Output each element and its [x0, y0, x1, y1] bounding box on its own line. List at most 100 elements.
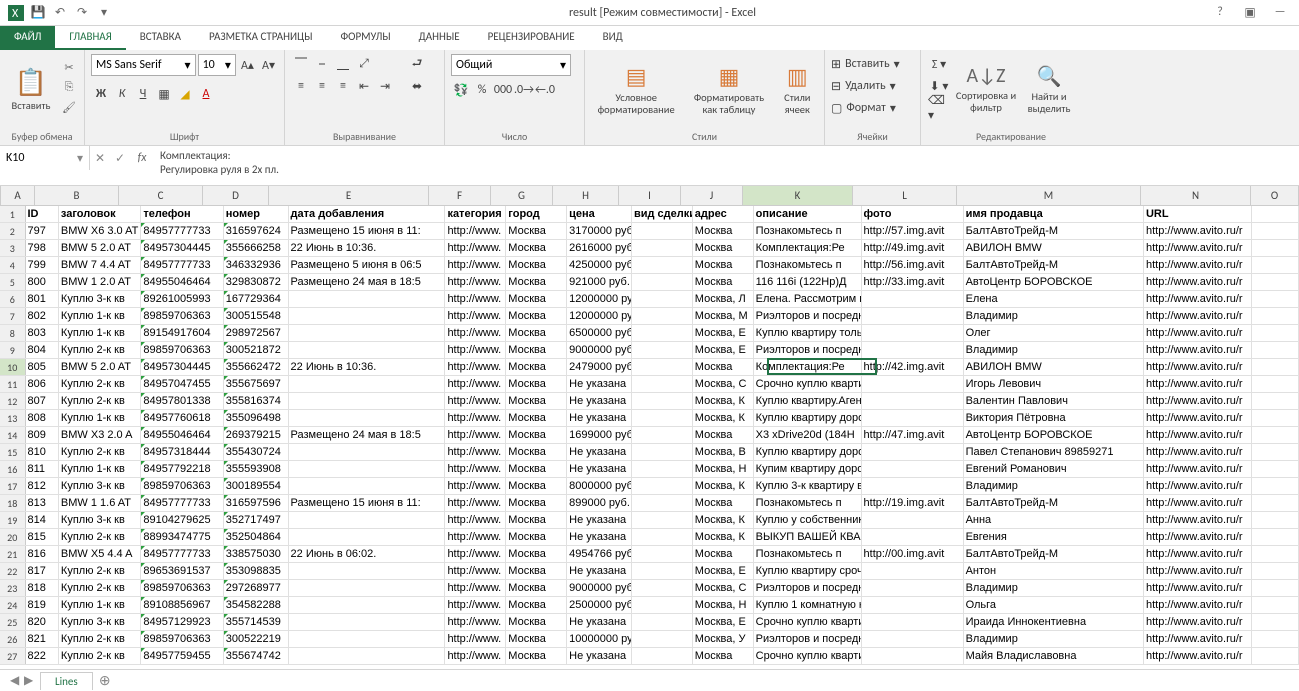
- cell[interactable]: описание: [754, 206, 862, 222]
- cell[interactable]: BMW 5 2.0 AT: [59, 240, 141, 256]
- cell[interactable]: [862, 410, 964, 426]
- cell[interactable]: 355666258: [224, 240, 289, 256]
- cell[interactable]: Куплю 3-к квартиру в районе ста: [754, 478, 862, 494]
- tab-insert[interactable]: ВСТАВКА: [126, 26, 195, 50]
- cell[interactable]: Москва: [693, 495, 754, 511]
- cell[interactable]: http://www.: [445, 274, 506, 290]
- cell[interactable]: Размещено 15 июня в 11:: [289, 223, 446, 239]
- cell[interactable]: Москва: [506, 461, 567, 477]
- cell[interactable]: 89104279625: [141, 512, 223, 528]
- cell[interactable]: http://www.avito.ru/r: [1144, 529, 1252, 545]
- cell[interactable]: http://www.avito.ru/r: [1144, 376, 1252, 392]
- cell[interactable]: Не указана: [567, 393, 632, 409]
- cell[interactable]: 84957129923: [141, 614, 223, 630]
- cell[interactable]: [862, 580, 964, 596]
- cell[interactable]: Москва: [506, 410, 567, 426]
- row-header[interactable]: 23: [0, 580, 26, 596]
- cell[interactable]: город: [506, 206, 567, 222]
- cell[interactable]: 811: [26, 461, 59, 477]
- cell[interactable]: Москва, Н: [693, 597, 754, 613]
- cell[interactable]: [632, 393, 693, 409]
- cell[interactable]: http://47.img.avit: [862, 427, 964, 443]
- cell[interactable]: Ираида Иннокентиевна: [964, 614, 1144, 630]
- cell[interactable]: Москва: [506, 444, 567, 460]
- cell[interactable]: Куплю 2-к кв: [59, 529, 141, 545]
- cell[interactable]: Москва, Л: [693, 291, 754, 307]
- row-header[interactable]: 25: [0, 614, 26, 630]
- cell[interactable]: имя продавца: [964, 206, 1144, 222]
- cell[interactable]: 819: [26, 597, 59, 613]
- cell[interactable]: ID: [26, 206, 59, 222]
- cell[interactable]: Риэлторов и посредников прошу: [754, 631, 862, 647]
- cell[interactable]: 338575030: [224, 546, 289, 562]
- row-header[interactable]: 11: [0, 376, 26, 392]
- cut-icon[interactable]: ✂: [60, 58, 78, 76]
- align-center-icon[interactable]: ≡: [312, 76, 332, 96]
- cell[interactable]: [289, 580, 446, 596]
- cell[interactable]: 798: [26, 240, 59, 256]
- cell[interactable]: Москва, К: [693, 393, 754, 409]
- cell[interactable]: http://www.avito.ru/r: [1144, 291, 1252, 307]
- font-size-select[interactable]: 10▾: [198, 54, 236, 76]
- cell[interactable]: [1252, 274, 1299, 290]
- cell[interactable]: [1252, 325, 1299, 341]
- cell[interactable]: БалтАвтоТрейд-М: [964, 223, 1144, 239]
- align-top-icon[interactable]: ⎺: [291, 54, 311, 74]
- cell[interactable]: 797: [26, 223, 59, 239]
- cell[interactable]: http://www.avito.ru/r: [1144, 512, 1252, 528]
- cell[interactable]: http://www.avito.ru/r: [1144, 444, 1252, 460]
- cell[interactable]: 813: [26, 495, 59, 511]
- cell[interactable]: [1252, 342, 1299, 358]
- cell[interactable]: [862, 325, 964, 341]
- name-box[interactable]: K10▾: [0, 146, 90, 170]
- cell[interactable]: http://www.: [445, 648, 506, 664]
- cell[interactable]: 346332936: [224, 257, 289, 273]
- cell[interactable]: 822: [26, 648, 59, 664]
- cell[interactable]: [1252, 359, 1299, 375]
- cell[interactable]: адрес: [693, 206, 754, 222]
- cell[interactable]: Игорь Левович: [964, 376, 1144, 392]
- cell[interactable]: BMW X5 4.4 A: [59, 546, 141, 562]
- cell[interactable]: [862, 597, 964, 613]
- cell[interactable]: BMW 7 4.4 AT: [59, 257, 141, 273]
- cell[interactable]: Срочно куплю квартируБез посре: [754, 614, 862, 630]
- cell[interactable]: http://www.avito.ru/r: [1144, 546, 1252, 562]
- cell[interactable]: 84957304445: [141, 359, 223, 375]
- cell[interactable]: 329830872: [224, 274, 289, 290]
- cell[interactable]: 799: [26, 257, 59, 273]
- cell[interactable]: Москва: [506, 274, 567, 290]
- cell[interactable]: Куплю 1-к кв: [59, 325, 141, 341]
- cell[interactable]: [289, 631, 446, 647]
- row-header[interactable]: 14: [0, 427, 26, 443]
- cell[interactable]: 352504864: [224, 529, 289, 545]
- cell[interactable]: 802: [26, 308, 59, 324]
- cell[interactable]: Елена: [964, 291, 1144, 307]
- cell[interactable]: Куплю 2-к кв: [59, 376, 141, 392]
- cell[interactable]: http://19.img.avit: [862, 495, 964, 511]
- increase-indent-icon[interactable]: ⇥: [375, 76, 395, 96]
- save-icon[interactable]: 💾: [28, 3, 48, 23]
- cell[interactable]: Москва: [693, 257, 754, 273]
- cell[interactable]: 89261005993: [141, 291, 223, 307]
- cell[interactable]: БалтАвтоТрейд-М: [964, 495, 1144, 511]
- cell[interactable]: Куплю 3-к кв: [59, 478, 141, 494]
- paste-button[interactable]: 📋 Вставить: [6, 54, 56, 124]
- cell[interactable]: Москва: [506, 342, 567, 358]
- formula-input[interactable]: Комплектация: Регулировка руля в 2х пл.: [154, 146, 279, 178]
- cell[interactable]: [632, 427, 693, 443]
- cell[interactable]: АвтоЦентр БОРОВСКОЕ: [964, 427, 1144, 443]
- cell[interactable]: 269379215: [224, 427, 289, 443]
- cell[interactable]: цена: [567, 206, 632, 222]
- cell[interactable]: [1252, 444, 1299, 460]
- row-header[interactable]: 9: [0, 342, 26, 358]
- cell[interactable]: Куплю 1 комнатную квартиру в ч: [754, 597, 862, 613]
- cell[interactable]: [1252, 614, 1299, 630]
- cell[interactable]: Москва: [506, 478, 567, 494]
- cell[interactable]: 2479000 руб.: [567, 359, 632, 375]
- cell[interactable]: Москва: [506, 597, 567, 613]
- cell[interactable]: Познакомьтесь п: [754, 495, 862, 511]
- cell[interactable]: БалтАвтоТрейд-М: [964, 257, 1144, 273]
- cell[interactable]: Москва: [693, 648, 754, 664]
- cell[interactable]: Москва, С: [693, 376, 754, 392]
- cell[interactable]: 812: [26, 478, 59, 494]
